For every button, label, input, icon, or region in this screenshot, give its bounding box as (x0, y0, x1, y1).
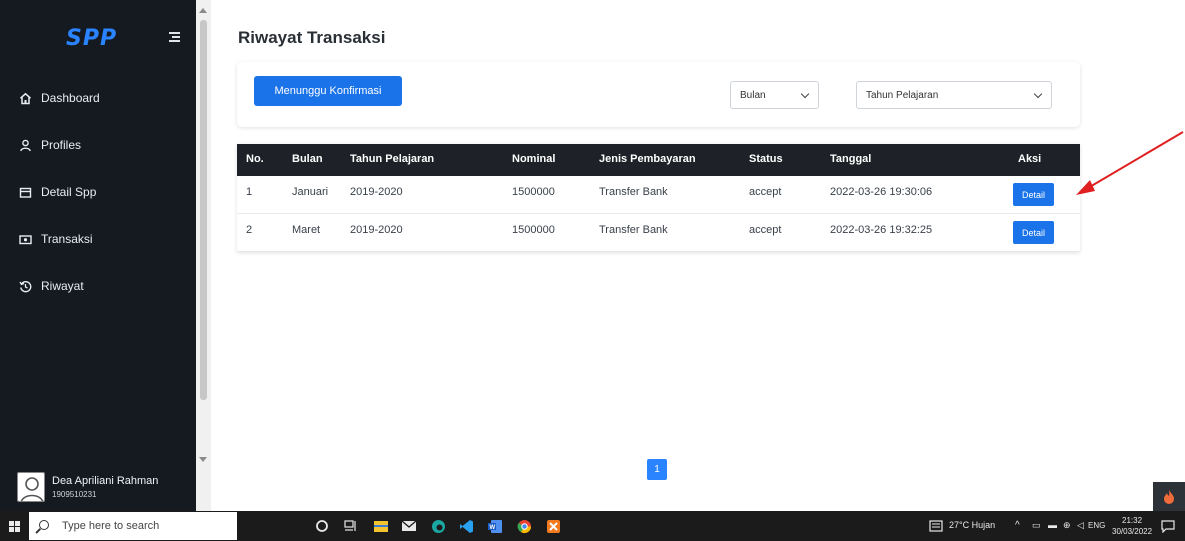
scroll-down-arrow-icon[interactable] (199, 457, 207, 462)
table-cell: Transfer Bank (599, 224, 668, 236)
column-header: Bulan (292, 153, 323, 165)
menu-toggle-icon[interactable] (169, 32, 180, 42)
school-year-select[interactable]: Tahun Pelajaran (856, 81, 1052, 109)
history-icon (18, 279, 32, 293)
svg-text:W: W (490, 525, 496, 531)
table-cell: 2022-03-26 19:32:25 (830, 224, 933, 236)
avatar (17, 472, 45, 502)
column-header: Status (749, 153, 783, 165)
table-row: 2 Maret 2019-2020 1500000 Transfer Bank … (237, 214, 1080, 252)
chevron-down-icon (1033, 89, 1043, 99)
transactions-table: No. Bulan Tahun Pelajaran Nominal Jenis … (237, 144, 1080, 252)
annotation-arrow-icon (1076, 131, 1184, 195)
pending-confirmation-button[interactable]: Menunggu Konfirmasi (254, 76, 402, 106)
user-profile[interactable]: Dea Apriliani Rahman 1909510231 (12, 468, 198, 508)
app-window: SPP Dashboard Profiles Detail Spp Transa… (0, 0, 1185, 541)
sidebar-item-detail-spp[interactable]: Detail Spp (18, 182, 96, 202)
table-cell: 2019-2020 (350, 186, 403, 198)
app-logo[interactable]: SPP (66, 26, 117, 51)
pagination-page-button[interactable]: 1 (647, 459, 667, 480)
vscode-icon[interactable] (458, 518, 474, 534)
money-icon (18, 232, 32, 246)
table-cell: 2019-2020 (350, 224, 403, 236)
clock[interactable]: 21:32 30/03/2022 (1112, 515, 1152, 537)
notification-icon[interactable] (1160, 518, 1176, 534)
table-cell: 1500000 (512, 186, 555, 198)
table-cell: accept (749, 224, 782, 236)
battery-icon[interactable]: ▬ (1048, 520, 1057, 530)
clock-time: 21:32 (1122, 516, 1143, 525)
sidebar-item-label: Dashboard (41, 91, 100, 105)
user-id: 1909510231 (52, 490, 97, 499)
scroll-up-arrow-icon[interactable] (199, 8, 207, 13)
user-name: Dea Apriliani Rahman (52, 475, 159, 487)
column-header: Nominal (512, 153, 556, 165)
user-icon (18, 138, 32, 152)
sidebar-item-transaksi[interactable]: Transaksi (18, 229, 93, 249)
school-year-select-value: Tahun Pelajaran (866, 89, 939, 101)
cortana-icon[interactable] (314, 518, 330, 534)
word-icon[interactable]: W (487, 518, 503, 534)
clock-date: 30/03/2022 (1112, 527, 1153, 536)
column-header: Tanggal (830, 153, 872, 165)
sidebar-scrollbar[interactable] (196, 0, 211, 511)
volume-icon[interactable]: ◁ (1077, 520, 1084, 531)
sidebar: SPP Dashboard Profiles Detail Spp Transa… (0, 0, 196, 511)
taskbar-search-input[interactable]: Type here to search (29, 512, 237, 540)
sidebar-item-label: Transaksi (41, 232, 93, 246)
chrome-icon[interactable] (516, 518, 532, 534)
weather-text[interactable]: 27°C Hujan (949, 520, 995, 530)
logo-text: SPP (66, 26, 118, 51)
detail-button[interactable]: Detail (1013, 221, 1054, 244)
show-hidden-icons-icon[interactable]: ^ (1015, 520, 1020, 531)
language-indicator[interactable]: ENG (1088, 521, 1105, 530)
file-explorer-icon[interactable] (373, 518, 389, 534)
column-header: Aksi (1018, 153, 1042, 165)
globe-icon[interactable]: ⊕ (1063, 520, 1071, 531)
detail-button[interactable]: Detail (1013, 183, 1054, 206)
table-cell: Januari (292, 186, 329, 198)
fire-icon[interactable] (1153, 482, 1185, 511)
table-cell: 1 (246, 186, 253, 198)
column-header: Tahun Pelajaran (350, 153, 435, 165)
sidebar-item-label: Profiles (41, 138, 82, 152)
search-placeholder: Type here to search (62, 520, 160, 532)
column-header: Jenis Pembayaran (599, 153, 696, 165)
xampp-icon[interactable] (545, 518, 561, 534)
page-title: Riwayat Transaksi (238, 28, 386, 47)
edge-browser-icon[interactable] (430, 518, 446, 534)
task-view-icon[interactable] (343, 518, 359, 534)
search-icon (39, 520, 49, 530)
chevron-down-icon (800, 89, 810, 99)
sidebar-item-profiles[interactable]: Profiles (18, 135, 81, 155)
windows-start-icon[interactable] (9, 521, 20, 532)
table-cell: 2022-03-26 19:30:06 (830, 186, 933, 198)
table-cell: 2 (246, 224, 253, 236)
sidebar-item-riwayat[interactable]: Riwayat (18, 276, 84, 296)
month-select-value: Bulan (740, 89, 766, 101)
table-cell: 1500000 (512, 224, 555, 236)
scroll-thumb[interactable] (200, 20, 207, 400)
filter-card: Menunggu Konfirmasi Bulan Tahun Pelajara… (237, 62, 1080, 127)
weather-icon[interactable] (928, 518, 944, 534)
network-icon[interactable]: ▭ (1032, 520, 1041, 531)
home-icon (18, 91, 32, 105)
table-row: 1 Januari 2019-2020 1500000 Transfer Ban… (237, 176, 1080, 214)
table-cell: Maret (292, 224, 321, 236)
table-cell: Transfer Bank (599, 186, 668, 198)
sidebar-item-dashboard[interactable]: Dashboard (18, 88, 100, 108)
sidebar-item-label: Detail Spp (41, 185, 97, 199)
wallet-icon (18, 185, 32, 199)
table-cell: accept (749, 186, 782, 198)
month-select[interactable]: Bulan (730, 81, 819, 109)
column-header: No. (246, 153, 264, 165)
table-header: No. Bulan Tahun Pelajaran Nominal Jenis … (237, 144, 1080, 176)
sidebar-item-label: Riwayat (41, 279, 84, 293)
mail-icon[interactable] (401, 518, 417, 534)
taskbar: Type here to search W 27°C Hujan ^ ▭ ▬ ⊕… (0, 511, 1185, 541)
